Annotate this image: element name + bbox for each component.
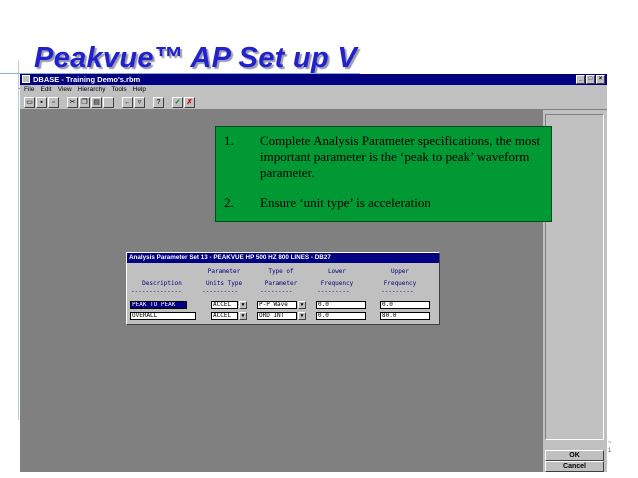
header-rule: --------- [260, 288, 293, 295]
help-icon[interactable]: ? [153, 97, 164, 108]
lower-frequency-input[interactable]: 0.0 [316, 312, 366, 320]
header-rule: -------------- [131, 288, 182, 295]
decorative-line-vertical [18, 60, 19, 420]
back-arrow-icon[interactable]: ← [122, 97, 133, 108]
paste-icon[interactable]: ▤ [91, 97, 102, 108]
edge-mark: ~ [608, 440, 612, 446]
cancel-x-icon[interactable]: ✗ [184, 97, 195, 108]
app-system-icon[interactable] [22, 75, 30, 83]
slide-title: Peakvue™ AP Set up V [34, 42, 357, 74]
description-input[interactable]: OVERALL [130, 312, 196, 320]
header-parameter-units: Parameter Units Type [205, 268, 243, 287]
filter-icon[interactable]: ▿ [134, 97, 145, 108]
apply-check-icon[interactable]: ✓ [172, 97, 183, 108]
cancel-button[interactable]: Cancel [545, 461, 604, 472]
menu-edit[interactable]: Edit [40, 85, 51, 95]
callout-item-text: Ensure ‘unit type’ is acceleration [260, 195, 431, 210]
header-rule: --------- [381, 288, 414, 295]
close-icon[interactable]: × [596, 75, 605, 84]
analysis-parameter-dialog: Analysis Parameter Set 13 - PEAKVUE HP 5… [126, 252, 440, 325]
description-input[interactable]: PEAK TO PEAK [130, 301, 187, 309]
header-type-of-parameter: Type of Parameter [264, 268, 298, 287]
units-select[interactable]: ACCEL [211, 312, 238, 320]
menu-hierarchy[interactable]: Hierarchy [78, 85, 106, 95]
upper-frequency-input[interactable]: 80.0 [380, 312, 430, 320]
toolbar: ▭ ▪ ▫ ✂ ❐ ▤ ← ▿ ? ✓ ✗ [20, 95, 607, 110]
menu-file[interactable]: File [24, 85, 34, 95]
cut-icon[interactable]: ✂ [67, 97, 78, 108]
window-titlebar[interactable]: DBASE - Training Demo's.rbm _ □ × [20, 74, 607, 85]
callout-item: 1. Complete Analysis Parameter specifica… [224, 133, 547, 181]
callout-item-text: Complete Analysis Parameter specificatio… [260, 133, 541, 180]
callout-item: 2. Ensure ‘unit type’ is acceleration [224, 195, 547, 211]
header-upper-frequency: Upper Frequency [383, 268, 417, 287]
save-disk-icon[interactable]: ▪ [36, 97, 47, 108]
parameter-type-select[interactable]: ORD INT [257, 312, 297, 320]
window-title: DBASE - Training Demo's.rbm [33, 75, 141, 84]
parameter-type-select[interactable]: P-P Wave [257, 301, 297, 309]
menu-view[interactable]: View [58, 85, 72, 95]
button-panel-frame [545, 114, 604, 440]
chevron-down-icon[interactable]: ▼ [239, 312, 247, 320]
menu-help[interactable]: Help [133, 85, 146, 95]
menubar: File Edit View Hierarchy Tools Help [20, 85, 607, 95]
header-lower-frequency: Lower Frequency [320, 268, 354, 287]
open-folder-icon[interactable]: ▭ [24, 97, 35, 108]
chevron-down-icon[interactable]: ▼ [298, 312, 306, 320]
copy-icon[interactable]: ❐ [79, 97, 90, 108]
header-rule: --------- [317, 288, 350, 295]
edge-mark: 1 [608, 448, 612, 454]
maximize-icon[interactable]: □ [586, 75, 595, 84]
callout-item-number: 1. [224, 133, 234, 148]
print-icon[interactable]: ▫ [48, 97, 59, 108]
blank-icon[interactable] [103, 97, 114, 108]
chevron-down-icon[interactable]: ▼ [298, 301, 306, 309]
dialog-title: Analysis Parameter Set 13 - PEAKVUE HP 5… [127, 253, 439, 263]
header-rule: ---------- [202, 288, 239, 295]
chevron-down-icon[interactable]: ▼ [239, 301, 247, 309]
ok-button[interactable]: OK [545, 450, 604, 461]
callout-item-number: 2. [224, 195, 234, 210]
upper-frequency-input[interactable]: 0.0 [380, 301, 430, 309]
instruction-callout: 1. Complete Analysis Parameter specifica… [215, 126, 552, 222]
minimize-icon[interactable]: _ [576, 75, 585, 84]
units-select[interactable]: ACCEL [211, 301, 238, 309]
lower-frequency-input[interactable]: 0.0 [316, 301, 366, 309]
menu-tools[interactable]: Tools [111, 85, 126, 95]
